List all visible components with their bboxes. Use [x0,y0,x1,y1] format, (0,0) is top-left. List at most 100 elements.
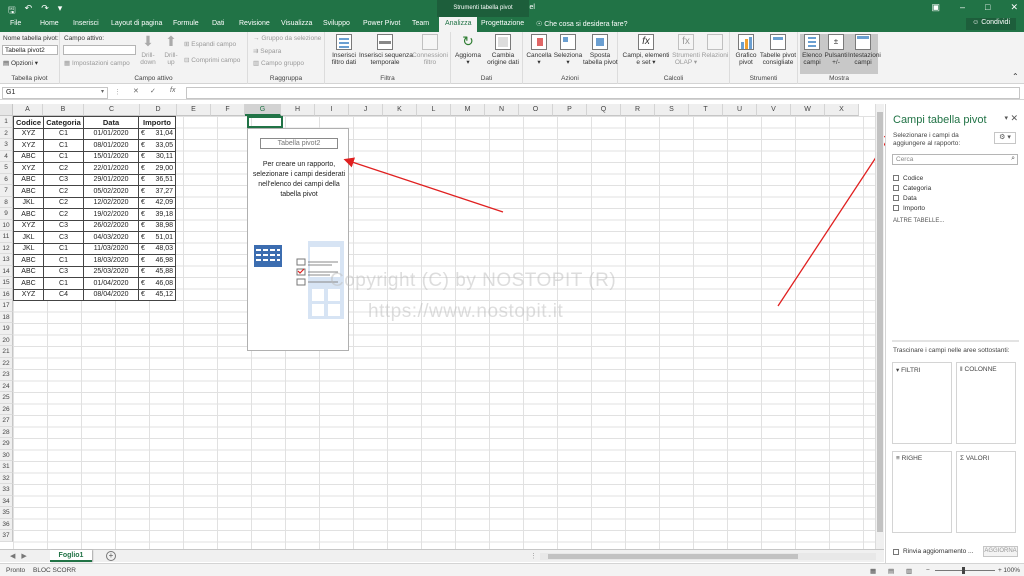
horizontal-scroll-thumb[interactable] [548,554,798,559]
horizontal-scrollbar[interactable] [540,553,876,560]
column-header-j[interactable]: J [349,104,383,116]
tab-data[interactable]: Dati [212,20,224,27]
vertical-scrollbar[interactable] [875,104,884,549]
sheet-nav-arrows-icon[interactable]: ◀▶ [10,552,33,560]
ungroup-button[interactable]: ⇉ Separa [253,47,281,55]
header-cell[interactable]: Categoria [43,116,85,129]
row-header-18[interactable]: 18 [0,311,13,323]
active-cell[interactable] [247,116,283,128]
table-cell[interactable]: €37,27 [138,185,177,198]
table-cell[interactable]: €33,05 [138,139,177,152]
table-cell[interactable]: C4 [43,288,85,301]
row-header-5[interactable]: 5 [0,162,13,174]
table-cell[interactable]: ABC [12,277,45,290]
column-header-g[interactable]: G [245,104,281,116]
column-header-h[interactable]: H [281,104,315,116]
zoom-out-icon[interactable]: − [926,567,930,574]
column-header-k[interactable]: K [383,104,417,116]
cancel-icon[interactable]: ✕ [133,87,139,95]
add-sheet-button[interactable]: + [106,551,116,561]
pivot-name-input[interactable]: Tabella pivot2 [2,45,58,55]
table-cell[interactable]: €46,98 [138,254,177,267]
table-cell[interactable]: €38,98 [138,219,177,232]
ribbon-display-icon[interactable]: ▣ [931,2,940,13]
table-cell[interactable]: C2 [43,196,85,209]
header-cell[interactable]: Importo [138,116,177,129]
column-header-d[interactable]: D [140,104,177,116]
area-filters[interactable]: ▾ FILTRI [892,362,952,444]
row-header-32[interactable]: 32 [0,472,13,484]
tab-home[interactable]: Home [40,20,59,27]
enter-icon[interactable]: ✓ [150,87,156,95]
table-cell[interactable]: JKL [12,231,45,244]
table-cell[interactable]: 01/01/2020 [83,127,140,140]
table-cell[interactable]: ABC [12,173,45,186]
table-cell[interactable]: 11/03/2020 [83,242,140,255]
row-header-15[interactable]: 15 [0,277,13,289]
table-cell[interactable]: XYZ [12,139,45,152]
row-header-21[interactable]: 21 [0,346,13,358]
tab-file[interactable]: File [10,20,21,27]
field-item-importo[interactable]: Importo [893,203,931,213]
tab-design[interactable]: Progettazione [481,20,524,27]
area-values[interactable]: Σ VALORI [956,451,1016,533]
table-cell[interactable]: 12/02/2020 [83,196,140,209]
row-header-30[interactable]: 30 [0,449,13,461]
table-cell[interactable]: XYZ [12,127,45,140]
pane-splitter[interactable] [892,340,1019,342]
row-header-29[interactable]: 29 [0,438,13,450]
insert-slicer-button[interactable]: Inserisci filtro dati [329,34,359,66]
row-header-9[interactable]: 9 [0,208,13,220]
field-checkbox[interactable] [893,185,899,191]
header-cell[interactable]: Codice [12,116,45,129]
column-header-t[interactable]: T [689,104,723,116]
table-cell[interactable]: C2 [43,162,85,175]
table-cell[interactable]: C1 [43,150,85,163]
table-cell[interactable]: C3 [43,265,85,278]
table-cell[interactable]: €48,03 [138,242,177,255]
field-checkbox[interactable] [893,175,899,181]
row-header-28[interactable]: 28 [0,426,13,438]
table-cell[interactable]: ABC [12,208,45,221]
field-settings-button[interactable]: ▦ Impostazioni campo [64,59,130,67]
zoom-slider[interactable] [935,570,995,571]
field-headers-button[interactable]: Intestazioni campi [848,34,881,74]
expand-field-button[interactable]: ⊞ Espandi campo [184,40,236,48]
table-cell[interactable]: C1 [43,127,85,140]
field-item-categoria[interactable]: Categoria [893,183,931,193]
table-cell[interactable]: C3 [43,173,85,186]
group-selection-button[interactable]: → Gruppo da selezione [253,35,321,42]
row-header-10[interactable]: 10 [0,219,13,231]
vertical-scroll-thumb[interactable] [877,112,883,532]
move-pivot-button[interactable]: Sposta tabella pivot [583,34,618,66]
tab-review[interactable]: Revisione [239,20,270,27]
column-header-m[interactable]: M [451,104,485,116]
table-cell[interactable]: ABC [12,150,45,163]
table-cell[interactable]: 08/04/2020 [83,288,140,301]
collapse-field-button[interactable]: ⊟ Comprimi campo [184,56,240,64]
table-cell[interactable]: XYZ [12,288,45,301]
table-cell[interactable]: 04/03/2020 [83,231,140,244]
column-header-i[interactable]: I [315,104,349,116]
drill-down-button[interactable]: ⬇ Drill- down [138,34,158,66]
table-cell[interactable]: 08/01/2020 [83,139,140,152]
tab-formulas[interactable]: Formule [173,20,199,27]
table-cell[interactable]: ABC [12,185,45,198]
column-header-o[interactable]: O [519,104,553,116]
column-header-l[interactable]: L [417,104,451,116]
table-cell[interactable]: 22/01/2020 [83,162,140,175]
sheet-tab-foglio1[interactable]: Foglio1 [50,550,92,562]
row-header-4[interactable]: 4 [0,150,13,162]
table-cell[interactable]: JKL [12,196,45,209]
tab-team[interactable]: Team [412,20,429,27]
refresh-button[interactable]: ↻ Aggiorna ▾ [453,34,483,66]
row-header-13[interactable]: 13 [0,254,13,266]
row-header-12[interactable]: 12 [0,242,13,254]
tab-split-handle-icon[interactable]: ⋮ [530,552,537,560]
row-header-19[interactable]: 19 [0,323,13,335]
defer-update-checkbox[interactable]: Rinvia aggiornamento ... [893,548,973,555]
collapse-ribbon-icon[interactable]: ⌃ [1012,72,1019,81]
field-checkbox[interactable] [893,195,899,201]
column-header-r[interactable]: R [621,104,655,116]
share-button[interactable]: ☺ Condividi [966,18,1016,30]
